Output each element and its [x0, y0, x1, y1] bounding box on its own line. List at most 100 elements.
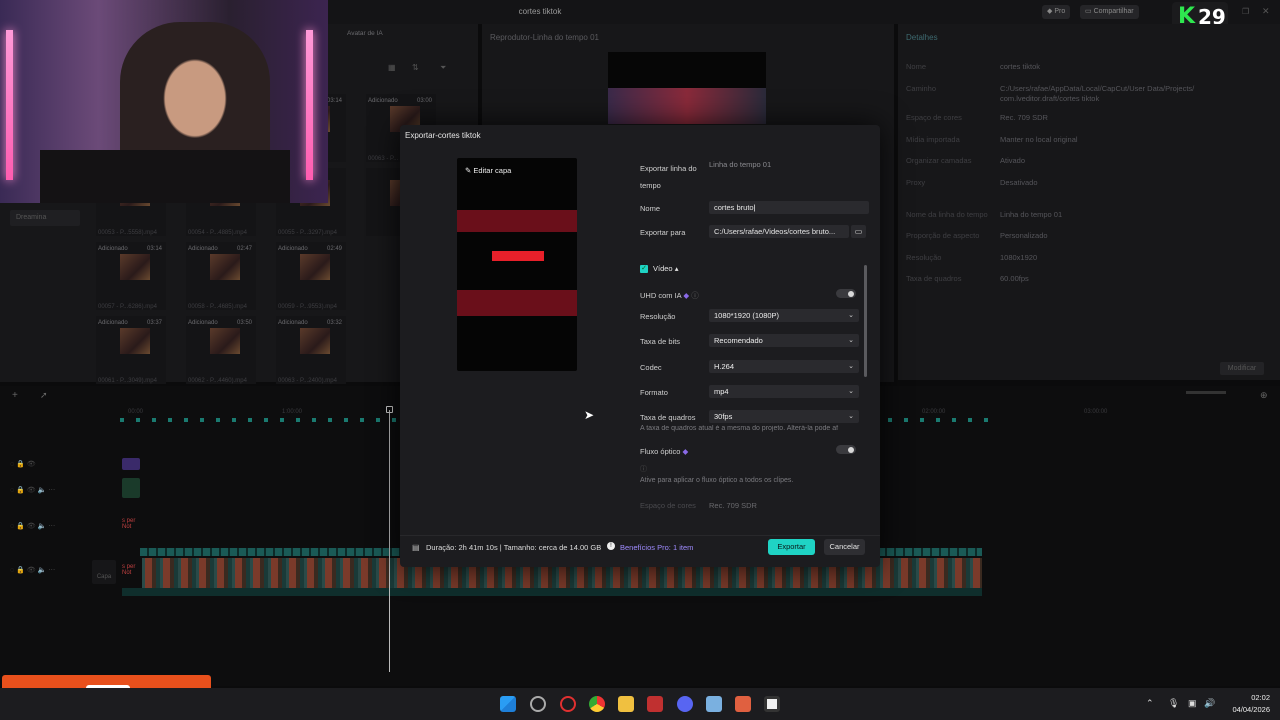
playhead-handle[interactable] — [386, 406, 393, 413]
media-thumbnail[interactable]: Adicionado 03:14 00057 - P...6286).mp4 — [96, 242, 166, 310]
optical-flow-label: Fluxo óptico ◆ — [640, 447, 688, 456]
avatar-tab[interactable]: Avatar de IA — [347, 30, 383, 37]
modify-button[interactable]: Modificar — [1220, 362, 1264, 375]
avatar-tab-label: Avatar de IA — [347, 30, 383, 37]
cover-preview[interactable]: ✎ Editar capa — [457, 158, 577, 371]
uhd-label-text: UHD com IA — [640, 291, 682, 300]
chevron-up-icon: ▴ — [674, 264, 679, 273]
export-to-label: Exportar para — [640, 228, 686, 237]
optical-flow-toggle[interactable] — [836, 445, 856, 454]
share-label: Compartilhar — [1093, 8, 1134, 15]
dialog-scrollbar[interactable] — [864, 265, 867, 377]
webcam-overlay — [0, 0, 328, 203]
zoom-fit-icon[interactable]: ⊕ — [1260, 390, 1268, 401]
media-thumbnail[interactable]: Adicionado 02:49 00059 - P...9553).mp4 — [276, 242, 346, 310]
info-icon[interactable]: ⓘ — [640, 464, 647, 474]
cancel-button[interactable]: Cancelar — [824, 539, 865, 555]
export-path-value: C:/Users/rafae/Videos/cortes bruto... — [714, 227, 836, 236]
name-input[interactable]: cortes bruto| — [709, 201, 869, 214]
cover-button[interactable]: Capa — [92, 560, 116, 584]
format-value: mp4 — [714, 387, 729, 396]
chevron-down-icon: ⌄ — [848, 388, 854, 395]
export-summary: Duração: 2h 41m 10s | Tamanho: cerca de … — [426, 543, 602, 552]
codec-select[interactable]: H.264 ⌄ — [709, 360, 859, 373]
thumbnail-filename: 00061 - P...3049).mp4 — [98, 378, 157, 384]
cover-label: Capa — [96, 574, 112, 580]
bitrate-value: Recomendado — [714, 336, 763, 345]
audio-track[interactable] — [122, 588, 982, 596]
opera-icon[interactable] — [560, 696, 576, 712]
codec-label: Codec — [640, 363, 662, 372]
detail-key: Mídia importada — [906, 135, 960, 144]
codec-value: H.264 — [714, 362, 735, 371]
bitrate-select[interactable]: Recomendado ⌄ — [709, 334, 859, 347]
thumbnail-duration: 03:14 — [326, 98, 342, 104]
timeline-clip[interactable] — [122, 478, 140, 498]
folder-icon[interactable] — [618, 696, 634, 712]
thumbnail-duration: 03:50 — [236, 320, 252, 326]
media-thumbnail[interactable]: Adicionado 02:47 00058 - P...4685).mp4 — [186, 242, 256, 310]
media-thumbnail[interactable]: Adicionado 03:37 00061 - P...3049).mp4 — [96, 316, 166, 384]
pro-benefits-link[interactable]: Benefícios Pro: 1 item — [620, 543, 693, 552]
details-panel — [898, 24, 1280, 380]
notepad-icon[interactable] — [706, 696, 722, 712]
network-icon[interactable]: ▣ — [1188, 698, 1197, 709]
detail-value: 1080x1920 — [1000, 253, 1038, 262]
format-select[interactable]: mp4 ⌄ — [709, 385, 859, 398]
grid-view-icon[interactable]: ▦ — [388, 63, 396, 72]
timeline-clip[interactable] — [122, 458, 140, 470]
pro-label: Pro — [1054, 8, 1066, 15]
capcut-icon[interactable] — [764, 696, 780, 712]
sidebar-item-dreamina[interactable]: Dreamina — [10, 210, 80, 226]
cover-band — [457, 210, 577, 232]
volume-icon[interactable]: 🔊 — [1204, 698, 1215, 709]
sort-icon[interactable]: ⇅ — [412, 63, 419, 72]
text-clip-label: s per Not — [122, 564, 136, 576]
microphone-icon[interactable]: 🎙 — [1168, 698, 1179, 709]
folder-icon[interactable]: ▭ — [851, 225, 866, 238]
clock-date[interactable]: 04/04/2026 — [1216, 705, 1270, 714]
close-icon[interactable]: ✕ — [1262, 6, 1270, 17]
pro-gem-icon: ◆ — [682, 447, 689, 456]
clock-time[interactable]: 02:02 — [1226, 693, 1270, 702]
playhead[interactable] — [389, 410, 390, 672]
optical-flow-note: Ative para aplicar o fluxo óptico a todo… — [640, 477, 794, 484]
pro-button[interactable]: ◆ Pro — [1042, 5, 1071, 19]
streamer-shirt — [40, 150, 290, 203]
video-checkbox[interactable]: ✓ — [640, 265, 648, 273]
zoom-slider[interactable] — [1186, 391, 1226, 394]
export-path-input[interactable]: C:/Users/rafae/Videos/cortes bruto... — [709, 225, 849, 238]
media-thumbnail[interactable]: Adicionado 03:50 00062 - P...4460).mp4 — [186, 316, 256, 384]
uhd-toggle[interactable] — [836, 289, 856, 298]
pointer-tool-icon[interactable]: ➚ — [40, 390, 48, 401]
edit-cover-button[interactable]: ✎ Editar capa — [465, 166, 511, 175]
windows-start-icon[interactable] — [500, 696, 516, 712]
export-button[interactable]: Exportar — [768, 539, 815, 555]
share-button[interactable]: ▭ Compartilhar — [1080, 5, 1139, 19]
framerate-value: 30fps — [714, 412, 733, 421]
framerate-select[interactable]: 30fps ⌄ — [709, 410, 859, 423]
video-section-label: Vídeo — [653, 264, 673, 273]
media-thumbnail[interactable]: Adicionado 03:32 00063 - P...2400).mp4 — [276, 316, 346, 384]
filter-icon[interactable]: ⏷ — [440, 63, 446, 73]
app-icon[interactable] — [530, 696, 546, 712]
detail-key: Nome da linha do tempo — [906, 210, 988, 219]
chevron-up-icon[interactable]: ⌃ — [1146, 698, 1154, 709]
chevron-down-icon: ⌄ — [848, 363, 854, 370]
timeline-tick: 00:00 — [128, 409, 144, 415]
chevron-down-icon: ⌄ — [848, 337, 854, 344]
chrome-icon[interactable] — [589, 696, 605, 712]
info-icon[interactable]: ! — [607, 542, 615, 550]
info-icon[interactable]: ⓘ — [691, 291, 699, 300]
maximize-icon[interactable]: ❐ — [1242, 7, 1249, 16]
thumbnail-filename: 00063 - P...2400).mp4 — [278, 378, 337, 384]
thumbnail-image — [300, 254, 330, 280]
add-track-icon[interactable]: + — [12, 390, 18, 401]
detail-value: cortes tiktok — [1000, 62, 1041, 71]
video-section-toggle[interactable]: Vídeo ▴ — [653, 264, 678, 273]
discord-icon[interactable] — [677, 696, 693, 712]
app-icon[interactable] — [735, 696, 751, 712]
app-icon[interactable] — [647, 696, 663, 712]
resolution-select[interactable]: 1080*1920 (1080P) ⌄ — [709, 309, 859, 322]
thumbnail-duration: 03:00 — [416, 98, 432, 104]
